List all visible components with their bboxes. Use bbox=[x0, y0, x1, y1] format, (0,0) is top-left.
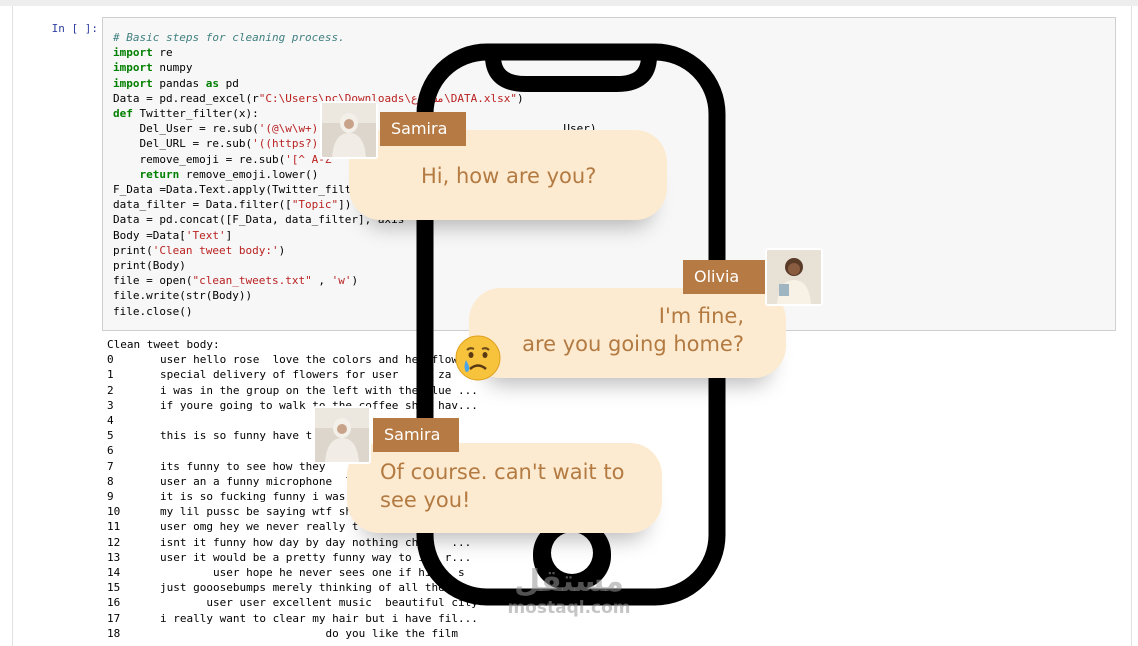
watermark-latin: mostaql.com bbox=[507, 598, 631, 618]
chat-bubble-samira-2: Of course. can't wait to see you! bbox=[347, 443, 662, 533]
avatar-samira bbox=[313, 406, 371, 464]
sender-name-tag: Samira bbox=[373, 418, 459, 452]
mostaql-watermark: مستقل mostaql.com bbox=[498, 564, 640, 619]
avatar-olivia bbox=[765, 248, 823, 306]
avatar-samira bbox=[320, 101, 378, 159]
chat-message-text: I'm fine, are you going home? bbox=[522, 304, 744, 356]
avatar-image bbox=[315, 408, 369, 462]
avatar-image bbox=[767, 250, 821, 304]
sender-name-tag: Samira bbox=[380, 112, 466, 146]
sender-name-tag: Olivia bbox=[683, 260, 765, 294]
chat-message-text: Of course. can't wait to see you! bbox=[380, 460, 625, 512]
watermark-arabic: مستقل bbox=[514, 564, 624, 599]
chat-bubble-olivia: I'm fine, are you going home? bbox=[469, 288, 786, 378]
crying-face-emoji bbox=[455, 335, 501, 381]
chat-message-text: Hi, how are you? bbox=[421, 164, 597, 188]
avatar-image bbox=[322, 103, 376, 157]
